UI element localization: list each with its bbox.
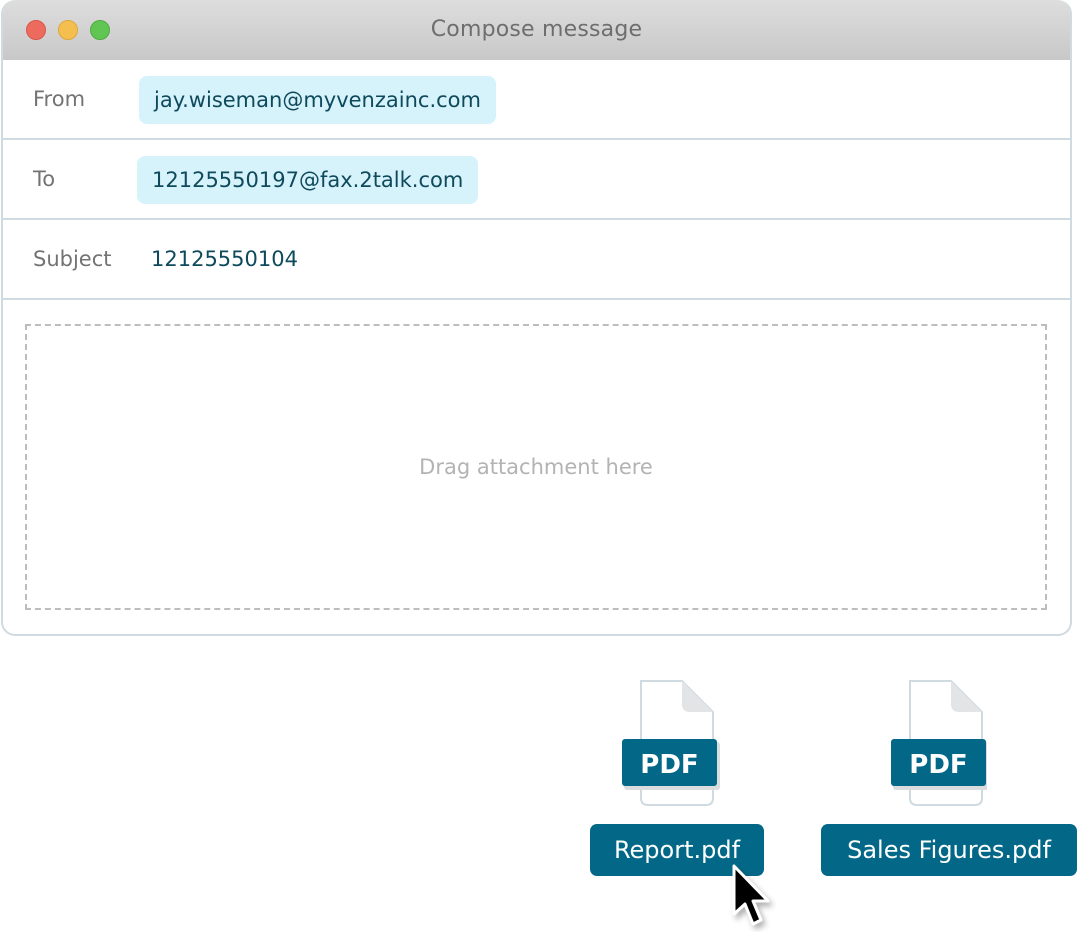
mouse-pointer-icon <box>732 864 770 926</box>
from-label: From <box>33 87 86 111</box>
pdf-badge-text: PDF <box>909 750 967 780</box>
to-label: To <box>33 167 56 191</box>
subject-label: Subject <box>33 247 112 271</box>
to-address-chip[interactable]: 12125550197@fax.2talk.com <box>137 156 479 204</box>
pdf-badge-text: PDF <box>640 750 698 780</box>
attachment-dropzone[interactable]: Drag attachment here <box>25 324 1047 610</box>
title-bar[interactable]: Compose message <box>3 0 1070 60</box>
from-row: From jay.wiseman@myvenzainc.com <box>3 60 1070 140</box>
window-title: Compose message <box>430 17 643 42</box>
file-name-label[interactable]: Sales Figures.pdf <box>821 824 1077 876</box>
compose-window: Compose message From jay.wiseman@myvenza… <box>1 0 1072 636</box>
pdf-file-icon[interactable]: PDF <box>620 680 720 806</box>
dropzone-placeholder: Drag attachment here <box>419 455 653 479</box>
subject-row: Subject 12125550104 <box>3 220 1070 300</box>
from-address-chip[interactable]: jay.wiseman@myvenzainc.com <box>139 76 496 124</box>
subject-field[interactable]: 12125550104 <box>151 220 298 298</box>
to-row: To 12125550197@fax.2talk.com <box>3 140 1070 220</box>
pdf-file-icon[interactable]: PDF <box>887 680 987 806</box>
